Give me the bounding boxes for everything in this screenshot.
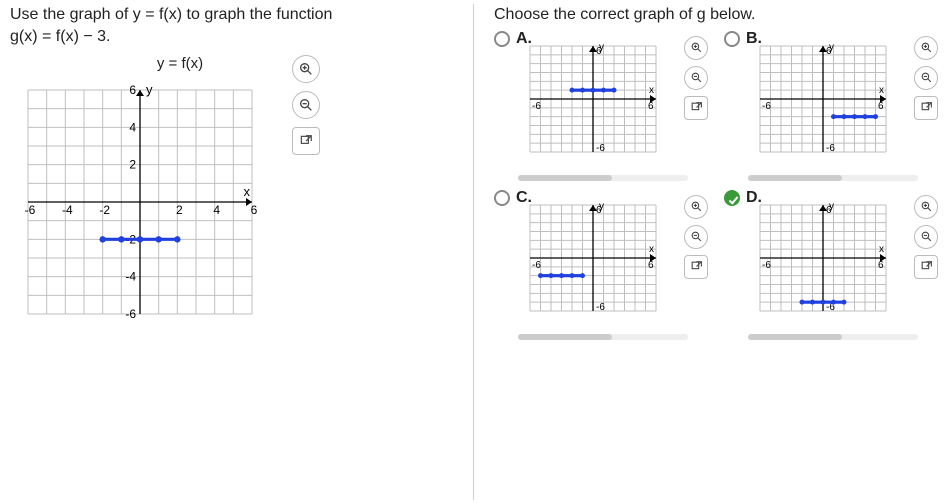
- thumb-graph-D: xy-666-6: [748, 193, 898, 323]
- svg-text:-2: -2: [99, 203, 110, 217]
- choice-C[interactable]: C. xy-666-6: [494, 193, 708, 340]
- svg-text:x: x: [879, 244, 884, 255]
- svg-text:-4: -4: [62, 203, 73, 217]
- svg-text:2: 2: [176, 203, 183, 217]
- zoom-out-icon[interactable]: [292, 91, 320, 119]
- choice-A[interactable]: A. xy-666-6: [494, 34, 708, 181]
- popout-icon[interactable]: [292, 127, 320, 155]
- svg-text:-6: -6: [25, 203, 36, 217]
- zoom-out-icon[interactable]: [684, 225, 708, 249]
- svg-text:x: x: [649, 85, 654, 96]
- choices-grid: A. xy-666-6 B. xy-: [494, 34, 937, 340]
- svg-text:-6: -6: [762, 101, 771, 112]
- zoom-out-icon[interactable]: [914, 225, 938, 249]
- radio-A[interactable]: [494, 31, 510, 47]
- answer-pane: Choose the correct graph of g below. A. …: [473, 4, 937, 500]
- svg-text:-6: -6: [532, 101, 541, 112]
- svg-text:-6: -6: [596, 302, 605, 313]
- popout-icon[interactable]: [914, 255, 938, 279]
- choice-D[interactable]: D. xy-666-6: [724, 193, 938, 340]
- radio-B[interactable]: [724, 31, 740, 47]
- question-prompt: Use the graph of y = f(x) to graph the f…: [10, 4, 464, 47]
- scrollbar[interactable]: [748, 175, 918, 181]
- svg-text:6: 6: [596, 205, 602, 216]
- scrollbar[interactable]: [518, 334, 688, 340]
- main-graph: xy-6-6-4-4-2-2224466: [10, 72, 270, 332]
- svg-text:x: x: [649, 244, 654, 255]
- thumb-graph-A: xy-666-6: [518, 34, 668, 164]
- svg-text:-6: -6: [125, 307, 136, 321]
- svg-text:6: 6: [826, 46, 832, 57]
- svg-text:6: 6: [878, 260, 884, 271]
- scrollbar[interactable]: [518, 175, 688, 181]
- svg-text:-6: -6: [532, 260, 541, 271]
- popout-icon[interactable]: [684, 255, 708, 279]
- thumb-graph-B: xy-666-6: [748, 34, 898, 164]
- svg-text:6: 6: [826, 205, 832, 216]
- svg-text:4: 4: [213, 203, 220, 217]
- popout-icon[interactable]: [684, 96, 708, 120]
- svg-text:-6: -6: [762, 260, 771, 271]
- radio-D[interactable]: [724, 190, 740, 206]
- zoom-in-icon[interactable]: [914, 36, 938, 60]
- svg-text:6: 6: [648, 260, 654, 271]
- scrollbar[interactable]: [748, 334, 918, 340]
- main-graph-tools: [292, 55, 320, 155]
- answer-prompt: Choose the correct graph of g below.: [494, 4, 937, 26]
- prompt-line-1: Use the graph of y = f(x) to graph the f…: [10, 6, 332, 23]
- svg-text:-4: -4: [125, 270, 136, 284]
- zoom-out-icon[interactable]: [684, 66, 708, 90]
- zoom-in-icon[interactable]: [292, 55, 320, 83]
- prompt-line-2: g(x) = f(x) − 3.: [10, 28, 110, 45]
- zoom-out-icon[interactable]: [914, 66, 938, 90]
- zoom-in-icon[interactable]: [684, 36, 708, 60]
- svg-text:x: x: [879, 85, 884, 96]
- svg-text:-6: -6: [826, 143, 835, 154]
- svg-text:x: x: [244, 184, 251, 199]
- choice-B[interactable]: B. xy-666-6: [724, 34, 938, 181]
- svg-text:6: 6: [878, 101, 884, 112]
- svg-text:y: y: [146, 82, 153, 97]
- svg-text:6: 6: [251, 203, 258, 217]
- zoom-in-icon[interactable]: [914, 195, 938, 219]
- svg-text:4: 4: [129, 121, 136, 135]
- thumb-graph-C: xy-666-6: [518, 193, 668, 323]
- svg-text:2: 2: [129, 158, 136, 172]
- zoom-in-icon[interactable]: [684, 195, 708, 219]
- popout-icon[interactable]: [914, 96, 938, 120]
- main-graph-title: y = f(x): [60, 55, 300, 72]
- svg-text:6: 6: [648, 101, 654, 112]
- svg-text:6: 6: [129, 83, 136, 97]
- svg-text:6: 6: [596, 46, 602, 57]
- radio-C[interactable]: [494, 190, 510, 206]
- question-pane: Use the graph of y = f(x) to graph the f…: [10, 4, 474, 500]
- svg-text:-6: -6: [596, 143, 605, 154]
